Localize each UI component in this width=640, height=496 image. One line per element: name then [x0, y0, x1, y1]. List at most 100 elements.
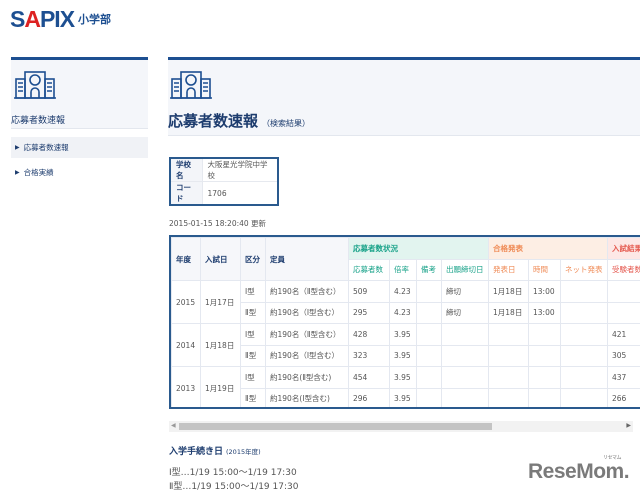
cell-date: 1月17日 — [200, 280, 241, 324]
cell-net — [560, 280, 608, 303]
school-code-label: コード — [170, 181, 203, 206]
cell-year: 2015 — [171, 280, 201, 324]
cell-type: Ⅰ型 — [240, 280, 266, 303]
cell-note — [416, 366, 442, 389]
procedure-title-text: 入学手続き日 — [169, 447, 224, 457]
school-code: 1706 — [202, 181, 278, 206]
cell-time — [528, 387, 561, 407]
header-capacity: 定員 — [265, 237, 349, 281]
cell-applicants: 428 — [348, 323, 390, 346]
cell-net — [560, 301, 608, 324]
cell-capacity: 約190名（Ⅱ型含む） — [265, 323, 349, 346]
school-building-icon — [170, 71, 212, 99]
table-row: 2014 1月18日 Ⅰ型 約190名（Ⅱ型含む） 428 3.95 421 — [171, 323, 640, 367]
logo-brand: SAPIX — [10, 6, 75, 32]
cell-deadline: 締切 — [441, 301, 489, 324]
scroll-right-icon[interactable]: ▶ — [626, 422, 631, 429]
main-header-area: 応募者数速報 （検索結果） — [168, 57, 640, 136]
sidebar-title: 応募者数速報 — [11, 116, 66, 126]
cell-note — [416, 323, 442, 346]
results-table-scroll[interactable]: 年度 入試日 区分 定員 応募者数状況 合格発表 入試結果 応募者数 倍率 備考… — [169, 235, 640, 409]
header-group-apply: 応募者数状況 — [348, 237, 489, 260]
cell-ratio: 3.95 — [389, 387, 417, 407]
header-applicants: 応募者数 — [348, 258, 390, 281]
procedure-year: (2015年度) — [226, 448, 261, 456]
scrollbar-thumb[interactable] — [179, 423, 492, 430]
cell-ratio: 4.23 — [389, 301, 417, 324]
cell-announce — [488, 387, 529, 407]
cell-applicants: 295 — [348, 301, 390, 324]
cell-applicants: 296 — [348, 387, 390, 407]
cell-time: 13:00 — [528, 280, 561, 303]
cell-capacity: 約190名(Ⅱ型含む) — [265, 366, 349, 389]
header-date: 入試日 — [200, 237, 241, 281]
sidebar-item-label: 合格実績 — [23, 168, 54, 177]
cell-year: 2014 — [171, 323, 201, 367]
cell-deadline: 締切 — [441, 280, 489, 303]
horizontal-scrollbar[interactable]: ◀ ▶ — [169, 421, 633, 432]
cell-applicants: 454 — [348, 366, 390, 389]
scroll-left-icon[interactable]: ◀ — [171, 422, 176, 429]
cell-deadline — [441, 387, 489, 407]
header-ratio: 倍率 — [389, 258, 417, 281]
cell-capacity: 約190名(Ⅰ型含む) — [265, 387, 349, 407]
procedure-line: Ⅱ型…1/19 15:00～1/19 17:30 — [169, 482, 299, 492]
table-row: Ⅱ型 約190名（Ⅰ型含む） 323 3.95 305 — [172, 344, 640, 367]
arrow-right-icon: ▶ — [15, 169, 20, 176]
cell-net — [560, 344, 608, 367]
cell-examinees — [607, 280, 640, 303]
cell-net — [560, 387, 608, 407]
cell-time — [528, 344, 561, 367]
header-deadline: 出願締切日 — [441, 258, 489, 281]
procedure-title: 入学手続き日 (2015年度) — [169, 444, 261, 457]
cell-ratio: 4.23 — [389, 280, 417, 303]
cell-type: Ⅱ型 — [240, 301, 266, 324]
table-row: Ⅱ型 約190名（Ⅰ型含む） 295 4.23 締切 1月18日 13:00 — [172, 301, 640, 324]
header-type: 区分 — [240, 237, 266, 281]
sidebar-item-applicants[interactable]: ▶ 応募者数速報 — [11, 137, 148, 158]
cell-deadline — [441, 344, 489, 367]
school-info-table: 学校名 大阪星光学院中学校 コード 1706 — [169, 157, 279, 206]
cell-note — [416, 387, 442, 407]
cell-type: Ⅰ型 — [240, 366, 266, 389]
header-time: 時間 — [528, 258, 561, 281]
sidebar: 応募者数速報 ▶ 応募者数速報 ▶ 合格実績 — [11, 57, 148, 183]
procedure-line: Ⅰ型…1/19 15:00～1/19 17:30 — [169, 468, 297, 478]
cell-announce — [488, 323, 529, 346]
cell-capacity: 約190名（Ⅱ型含む） — [265, 280, 349, 303]
cell-net — [560, 323, 608, 346]
cell-examinees: 437 — [607, 366, 640, 389]
header-net: ネット発表 — [560, 258, 608, 281]
table-row: Ⅱ型 約190名(Ⅰ型含む) 296 3.95 266 — [172, 387, 640, 407]
school-name: 大阪星光学院中学校 — [202, 158, 278, 182]
page-title: 応募者数速報 （検索結果） — [168, 110, 310, 131]
results-table: 年度 入試日 区分 定員 応募者数状況 合格発表 入試結果 応募者数 倍率 備考… — [171, 237, 640, 407]
cell-announce: 1月18日 — [488, 301, 529, 324]
header-announce-date: 発表日 — [488, 258, 529, 281]
cell-type: Ⅱ型 — [240, 387, 266, 407]
cell-time: 13:00 — [528, 301, 561, 324]
cell-examinees: 421 — [607, 323, 640, 346]
sidebar-item-results[interactable]: ▶ 合格実績 — [11, 162, 148, 183]
header-group-result: 入試結果 — [607, 237, 640, 260]
cell-time — [528, 366, 561, 389]
cell-ratio: 3.95 — [389, 344, 417, 367]
page-title-text: 応募者数速報 — [168, 112, 259, 130]
header-examinees: 受験者数 — [607, 258, 640, 281]
cell-examinees: 305 — [607, 344, 640, 367]
updated-timestamp: 2015-01-15 18:20:40 更新 — [169, 219, 267, 228]
cell-announce — [488, 366, 529, 389]
header-group-pass: 合格発表 — [488, 237, 608, 260]
sapix-logo[interactable]: SAPIX 小学部 — [10, 6, 111, 32]
table-row: 2015 1月17日 Ⅰ型 約190名（Ⅱ型含む） 509 4.23 締切 1月18日 13:0… — [171, 280, 640, 324]
header-note: 備考 — [416, 258, 442, 281]
page-header: 応募者数速報 （検索結果） — [168, 57, 640, 136]
cell-type: Ⅱ型 — [240, 344, 266, 367]
cell-type: Ⅰ型 — [240, 323, 266, 346]
cell-note — [416, 301, 442, 324]
cell-time — [528, 323, 561, 346]
header-year: 年度 — [171, 237, 201, 281]
arrow-right-icon: ▶ — [15, 144, 20, 151]
cell-capacity: 約190名（Ⅰ型含む） — [265, 301, 349, 324]
cell-net — [560, 366, 608, 389]
